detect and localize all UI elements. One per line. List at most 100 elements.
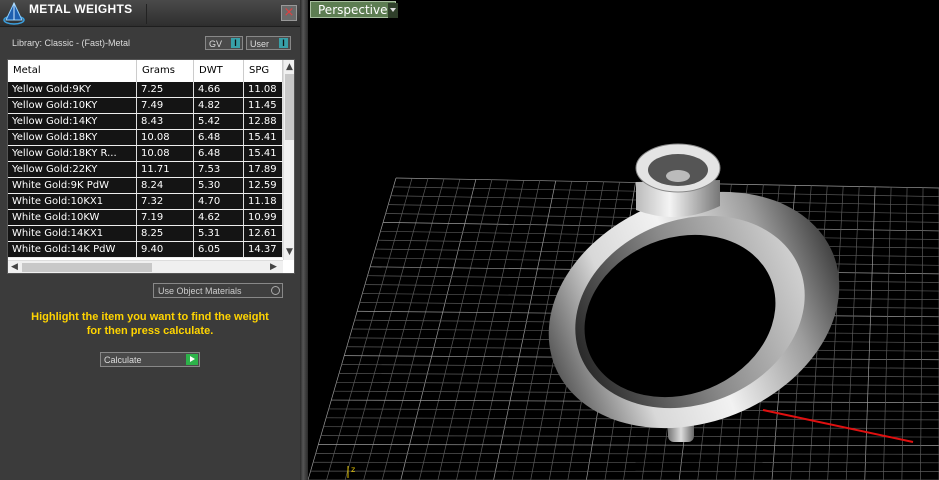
scroll-down-icon[interactable]: ▼	[286, 247, 293, 257]
axis-gizmo-icon: z	[347, 465, 355, 478]
horizontal-scroll-thumb[interactable]	[22, 263, 152, 272]
dwt-cell: 4.66	[194, 82, 244, 97]
spg-cell: 14.37	[244, 242, 283, 257]
metal-cell: Yellow Gold:10KY	[8, 98, 137, 113]
spg-cell: 15.41	[244, 130, 283, 145]
grams-cell: 9.40	[137, 242, 194, 257]
grams-cell: 11.71	[137, 162, 194, 177]
table-row[interactable]: Yellow Gold:14KY 8.43 5.42 12.88	[8, 114, 283, 130]
metal-cell: White Gold:10KX1	[8, 194, 137, 209]
dwt-cell: 6.05	[194, 242, 244, 257]
metal-table: Metal Grams DWT SPG Yellow Gold:9KY 7.25 4…	[7, 59, 295, 274]
perspective-viewport[interactable]: z Perspective	[308, 0, 939, 480]
metal-cell: White Gold:14KX1	[8, 226, 137, 241]
column-header-grams[interactable]: Grams	[137, 60, 194, 82]
metal-cell: Yellow Gold:22KY	[8, 162, 137, 177]
ring-model	[548, 143, 840, 429]
spg-cell: 12.88	[244, 114, 283, 129]
user-toggle[interactable]: User I	[246, 36, 291, 50]
table-row[interactable]: White Gold:9K PdW 8.24 5.30 12.59	[8, 178, 283, 194]
instruction-text: Highlight the item you want to find the …	[10, 310, 290, 338]
spg-cell: 11.08	[244, 82, 283, 97]
grams-cell: 7.32	[137, 194, 194, 209]
dwt-cell: 5.31	[194, 226, 244, 241]
panel-titlebar: METAL WEIGHTS ×	[0, 0, 300, 27]
spg-cell: 11.18	[244, 194, 283, 209]
scene-canvas: z	[308, 143, 939, 480]
toggle-icon: I	[231, 38, 240, 48]
table-row[interactable]: Yellow Gold:22KY 11.71 7.53 17.89	[8, 162, 283, 178]
grams-cell: 8.43	[137, 114, 194, 129]
instruction-line-2: for then press calculate.	[86, 325, 214, 337]
radio-icon	[271, 286, 280, 295]
user-label: User	[250, 39, 270, 49]
chevron-down-icon[interactable]	[388, 3, 398, 18]
x-axis-line	[762, 409, 914, 443]
grams-cell: 10.08	[137, 130, 194, 145]
grams-cell: 8.25	[137, 226, 194, 241]
scroll-right-icon[interactable]: ▶	[270, 262, 277, 272]
spg-cell: 11.45	[244, 98, 283, 113]
gv-label: GV	[209, 39, 223, 49]
dwt-cell: 6.48	[194, 130, 244, 145]
calculate-button[interactable]: Calculate	[100, 352, 200, 367]
metal-cell: White Gold:9K PdW	[8, 178, 137, 193]
spg-cell: 15.41	[244, 146, 283, 161]
spg-cell: 10.99	[244, 210, 283, 225]
spg-cell: 17.89	[244, 162, 283, 177]
dwt-cell: 5.30	[194, 178, 244, 193]
metal-cell: Yellow Gold:14KY	[8, 114, 137, 129]
dwt-cell: 4.70	[194, 194, 244, 209]
gv-toggle[interactable]: GV I	[205, 36, 243, 50]
panel-splitter[interactable]	[300, 0, 308, 480]
metal-cell: Yellow Gold:18KY	[8, 130, 137, 145]
column-header-dwt[interactable]: DWT	[194, 60, 244, 82]
panel-title: METAL WEIGHTS	[29, 2, 133, 16]
table-row[interactable]: Yellow Gold:10KY 7.49 4.82 11.45	[8, 98, 283, 114]
horizontal-scrollbar[interactable]: ◀ ▶	[8, 260, 283, 273]
grams-cell: 7.19	[137, 210, 194, 225]
svg-text:z: z	[351, 465, 355, 474]
use-object-materials-label: Use Object Materials	[158, 286, 242, 296]
scroll-up-icon[interactable]: ▲	[286, 62, 293, 72]
instruction-line-1: Highlight the item you want to find the …	[31, 311, 269, 323]
column-header-metal[interactable]: Metal	[8, 60, 137, 82]
table-row[interactable]: White Gold:14K PdW 9.40 6.05 14.37	[8, 242, 283, 258]
grams-cell: 8.24	[137, 178, 194, 193]
metal-cell: White Gold:10KW	[8, 210, 137, 225]
metal-cell: Yellow Gold:9KY	[8, 82, 137, 97]
dwt-cell: 4.62	[194, 210, 244, 225]
table-row[interactable]: White Gold:10KW 7.19 4.62 10.99	[8, 210, 283, 226]
table-row[interactable]: Yellow Gold:18KY 10.08 6.48 15.41	[8, 130, 283, 146]
dwt-cell: 6.48	[194, 146, 244, 161]
spg-cell: 12.61	[244, 226, 283, 241]
spg-cell: 12.59	[244, 178, 283, 193]
dwt-cell: 7.53	[194, 162, 244, 177]
use-object-materials-option[interactable]: Use Object Materials	[153, 283, 283, 298]
table-row[interactable]: Yellow Gold:9KY 7.25 4.66 11.08	[8, 82, 283, 98]
view-name-dropdown[interactable]: Perspective	[310, 1, 398, 18]
metal-cell: Yellow Gold:18KY R...	[8, 146, 137, 161]
grams-cell: 10.08	[137, 146, 194, 161]
scroll-left-icon[interactable]: ◀	[11, 262, 18, 272]
app-logo-icon	[3, 1, 25, 25]
view-name-label: Perspective	[318, 3, 388, 17]
metal-cell: White Gold:14K PdW	[8, 242, 137, 257]
title-divider	[146, 4, 147, 24]
metal-weights-panel: METAL WEIGHTS × Library: Classic - (Fast…	[0, 0, 300, 480]
dwt-cell: 4.82	[194, 98, 244, 113]
vertical-scroll-thumb[interactable]	[285, 74, 294, 140]
column-header-spg[interactable]: SPG	[244, 60, 283, 82]
close-button[interactable]: ×	[281, 5, 297, 21]
vertical-scrollbar[interactable]: ▲ ▼	[283, 60, 294, 260]
calculate-label: Calculate	[104, 355, 142, 365]
table-row[interactable]: Yellow Gold:18KY R... 10.08 6.48 15.41	[8, 146, 283, 162]
table-row[interactable]: White Gold:10KX1 7.32 4.70 11.18	[8, 194, 283, 210]
library-label: Library: Classic - (Fast)-Metal	[12, 38, 131, 48]
table-row[interactable]: White Gold:14KX1 8.25 5.31 12.61	[8, 226, 283, 242]
dwt-cell: 5.42	[194, 114, 244, 129]
grid-line	[313, 461, 939, 464]
play-icon	[186, 354, 198, 365]
grams-cell: 7.49	[137, 98, 194, 113]
toggle-icon: I	[279, 38, 288, 48]
